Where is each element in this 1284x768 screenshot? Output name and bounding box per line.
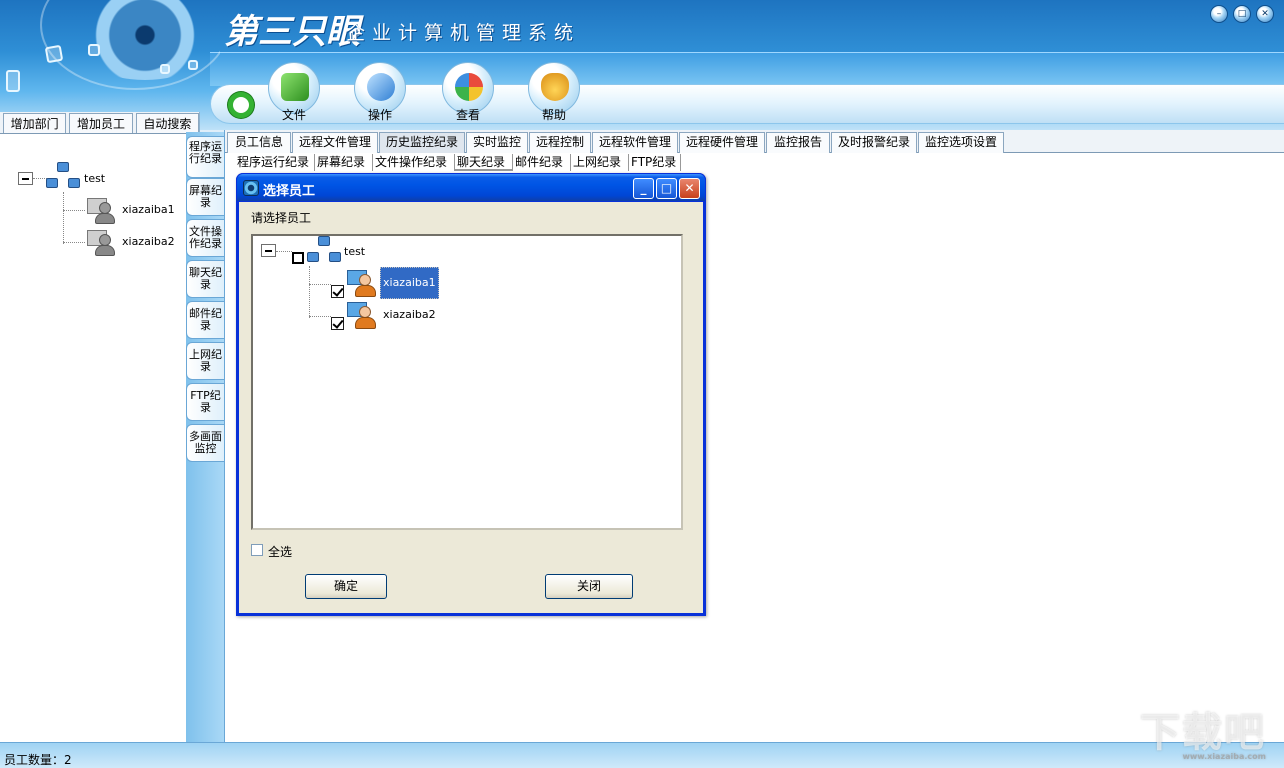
select-all-box[interactable] (251, 544, 263, 556)
subtab-mail-log[interactable]: 邮件纪录 (513, 154, 571, 171)
toolbar-help-label: 帮助 (541, 108, 566, 122)
close-icon[interactable]: ✕ (1256, 5, 1274, 23)
dialog-minimize-icon[interactable]: _ (633, 178, 654, 199)
side-tab-chat-log[interactable]: 聊天纪录 (186, 260, 224, 298)
tab-monitor-report[interactable]: 监控报告 (766, 132, 830, 153)
side-tabbar: 程序运行纪录 屏幕纪录 文件操作纪录 聊天纪录 邮件纪录 上网纪录 FTP纪录 … (186, 132, 224, 742)
toolbar-operation-label: 操作 (367, 108, 392, 122)
subtab-web-log[interactable]: 上网纪录 (571, 154, 629, 171)
collapse-icon[interactable] (18, 172, 33, 185)
collapse-icon[interactable] (261, 244, 276, 257)
watermark-logo: 下载吧 www.xiazaiba.com (1140, 700, 1266, 761)
dialog-title: 选择员工 (263, 184, 316, 199)
main-tabbar: 员工信息 远程文件管理 历史监控纪录 实时监控 远程控制 远程软件管理 远程硬件… (225, 130, 1284, 153)
minimize-icon[interactable]: – (1210, 5, 1228, 23)
ok-button[interactable]: 确定 (305, 574, 387, 599)
user-online-icon (347, 268, 377, 298)
side-tab-screen-log[interactable]: 屏幕纪录 (186, 178, 224, 216)
add-employee-tab[interactable]: 增加员工 (69, 113, 133, 133)
help-icon (541, 73, 569, 101)
xiazaiba2-checkbox[interactable] (331, 317, 344, 330)
user-offline-icon (87, 196, 115, 224)
tab-monitor-options[interactable]: 监控选项设置 (918, 132, 1004, 153)
app-title: 第三只眼 (224, 12, 360, 52)
side-tab-file-log[interactable]: 文件操作纪录 (186, 219, 224, 257)
employee-count: 员工数量：2 (4, 753, 72, 767)
tab-remote-control[interactable]: 远程控制 (529, 132, 591, 153)
add-department-tab[interactable]: 增加部门 (3, 113, 67, 133)
employee-select-tree: test xiazaiba1 xiazaiba2 (251, 234, 683, 530)
restore-icon[interactable]: □ (1233, 5, 1251, 23)
tree-item-xiazaiba2[interactable]: xiazaiba2 (122, 235, 175, 248)
dialog-prompt: 请选择员工 (251, 211, 312, 225)
subtab-screen-log[interactable]: 屏幕纪录 (315, 154, 373, 171)
home-ring-icon[interactable] (228, 92, 254, 118)
toolbar-view-button[interactable]: 查看 (438, 62, 498, 124)
operation-icon (367, 73, 395, 101)
subtab-program-log[interactable]: 程序运行纪录 (235, 154, 315, 171)
tree-item-xiazaiba1[interactable]: xiazaiba1 (122, 203, 175, 216)
employee-panel: 增加部门 增加员工 自动搜索 test xiazaiba1 xiazaiba2 (0, 112, 200, 742)
side-tab-program-log[interactable]: 程序运行纪录 (186, 136, 224, 178)
tab-alarm-log[interactable]: 及时报警纪录 (831, 132, 917, 153)
dialog-tree-item-xiazaiba2[interactable]: xiazaiba2 (383, 308, 436, 321)
toolbar-view-label: 查看 (455, 108, 480, 122)
network-group-icon (307, 236, 341, 266)
toolbar-help-button[interactable]: 帮助 (524, 62, 584, 124)
side-tab-web-log[interactable]: 上网纪录 (186, 342, 224, 380)
side-tab-ftp-log[interactable]: FTP纪录 (186, 383, 224, 421)
select-employee-dialog: 选择员工 _ □ ✕ 请选择员工 test xiazaiba1 xiazaiba… (236, 173, 706, 616)
dialog-close-icon[interactable]: ✕ (679, 178, 700, 199)
tab-history-monitor[interactable]: 历史监控纪录 (379, 132, 465, 153)
select-all-label: 全选 (268, 545, 293, 559)
subtab-chat-log[interactable]: 聊天纪录 (455, 154, 513, 171)
close-button[interactable]: 关闭 (545, 574, 633, 599)
tab-remote-hardware[interactable]: 远程硬件管理 (679, 132, 765, 153)
auto-search-tab[interactable]: 自动搜索 (135, 113, 199, 133)
eye-app-icon (243, 180, 259, 196)
network-group-icon (46, 162, 80, 192)
file-icon (281, 73, 309, 101)
tree-root-label[interactable]: test (84, 172, 105, 185)
dialog-titlebar[interactable]: 选择员工 _ □ ✕ (236, 173, 706, 202)
toolbar-operation-button[interactable]: 操作 (350, 62, 410, 124)
tab-remote-software[interactable]: 远程软件管理 (592, 132, 678, 153)
user-offline-icon (87, 228, 115, 256)
tab-remote-file[interactable]: 远程文件管理 (292, 132, 378, 153)
left-tabbar: 增加部门 增加员工 自动搜索 (0, 112, 199, 134)
dialog-tree-root-label[interactable]: test (344, 245, 365, 258)
dialog-tree-item-xiazaiba1[interactable]: xiazaiba1 (380, 267, 439, 299)
subtab-ftp-log[interactable]: FTP纪录 (629, 154, 681, 171)
dialog-maximize-icon[interactable]: □ (656, 178, 677, 199)
root-checkbox[interactable] (292, 252, 304, 264)
status-bar: 员工数量：2 (0, 742, 1284, 768)
tab-realtime-monitor[interactable]: 实时监控 (466, 132, 528, 153)
app-subtitle: 企业计算机管理系统 (346, 22, 581, 44)
view-icon (455, 73, 483, 101)
side-tab-mail-log[interactable]: 邮件纪录 (186, 301, 224, 339)
side-tab-multi-screen[interactable]: 多画面监控 (186, 424, 224, 462)
tab-employee-info[interactable]: 员工信息 (227, 132, 291, 153)
xiazaiba1-checkbox[interactable] (331, 285, 344, 298)
toolbar-file-button[interactable]: 文件 (264, 62, 324, 124)
subtab-file-log[interactable]: 文件操作纪录 (373, 154, 455, 171)
user-online-icon (347, 300, 377, 330)
watermark-text: 下载吧 (1140, 710, 1266, 756)
toolbar-file-label: 文件 (281, 108, 306, 122)
eye-logo-icon (0, 0, 220, 110)
